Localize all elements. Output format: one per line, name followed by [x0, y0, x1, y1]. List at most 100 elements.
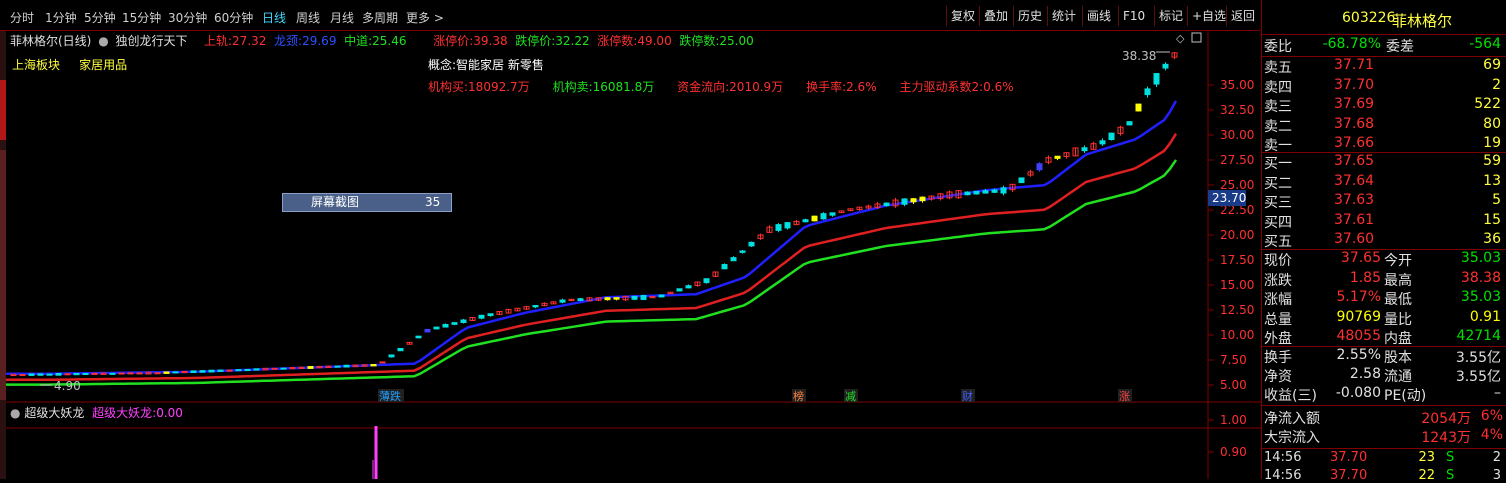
- tab-8[interactable]: 月线: [330, 9, 354, 26]
- buy-level-price: 37.65: [1334, 153, 1375, 169]
- event-marker[interactable]: 财: [962, 389, 973, 403]
- candle-body: [109, 372, 116, 375]
- indicator-dot-icon: ●: [10, 406, 21, 420]
- buy-level-price: 37.60: [1334, 231, 1375, 247]
- candle-body: [460, 319, 467, 323]
- price-axis-label: 17.50: [1220, 253, 1254, 267]
- stat-value: 37.65: [1340, 250, 1381, 266]
- toolbar-button-1[interactable]: 叠加: [979, 6, 1012, 26]
- candle-body: [613, 297, 620, 300]
- candle-body: [154, 372, 161, 375]
- tab-3[interactable]: 15分钟: [122, 9, 161, 26]
- candle-body: [28, 373, 35, 376]
- tab-7[interactable]: 周线: [296, 9, 320, 26]
- tab-6[interactable]: 日线: [262, 9, 286, 26]
- middle-band-line: [6, 133, 1178, 382]
- tab-1[interactable]: 1分钟: [45, 9, 77, 26]
- mid-label: 中道:: [344, 34, 373, 48]
- candle-body: [559, 299, 566, 303]
- sector-board[interactable]: 上海板块: [12, 58, 60, 72]
- window-toggle-icon[interactable]: [1191, 32, 1202, 43]
- down-count-value: 25.00: [719, 34, 754, 48]
- event-marker[interactable]: 涨: [1119, 390, 1130, 403]
- chart-header: 菲林格尔(日线) ● 独创龙行天下: [10, 32, 188, 49]
- chart-stock-name: 菲林格尔(日线): [10, 34, 92, 48]
- stat-value: 0.91: [1469, 308, 1501, 325]
- sector-industry[interactable]: 家居用品: [79, 58, 127, 72]
- toolbar-button-2[interactable]: 历史: [1013, 6, 1046, 26]
- blockflow-label: 大宗流入: [1264, 430, 1320, 446]
- screenshot-popup[interactable]: 屏幕截图 35: [282, 193, 452, 212]
- buy-level-volume: 59: [1483, 153, 1501, 169]
- lower-indicator-name[interactable]: 超级大妖龙: [24, 406, 84, 420]
- candle-body: [982, 190, 989, 194]
- quote-separator: [1262, 56, 1506, 57]
- stat-value: 35.03: [1460, 250, 1501, 266]
- stat2-value: –: [1494, 385, 1501, 401]
- limit-up-value: 39.38: [473, 34, 508, 48]
- toolbar-button-6[interactable]: 标记: [1154, 6, 1187, 26]
- sell-level-price: 37.66: [1334, 135, 1375, 151]
- price-axis-label: 20.00: [1220, 228, 1254, 242]
- event-marker[interactable]: 减: [845, 390, 856, 403]
- buy-level-volume: 5: [1492, 192, 1501, 208]
- indicator-name[interactable]: 独创龙行天下: [116, 34, 188, 48]
- weicha-value: -564: [1469, 36, 1501, 52]
- stat2-value: 2.58: [1349, 366, 1381, 382]
- quote-separator: [1262, 152, 1506, 153]
- down-count-label: 跌停数:: [679, 34, 720, 48]
- event-marker[interactable]: 榜: [793, 389, 804, 403]
- stat-value: 42714: [1456, 328, 1501, 344]
- tab-10[interactable]: 更多 >: [406, 9, 444, 26]
- kline-chart[interactable]: 35.0032.5030.0027.5025.0022.5020.0017.50…: [6, 30, 1261, 479]
- lower-axis-label: 0.90: [1220, 445, 1247, 459]
- candle-body: [901, 198, 908, 205]
- stock-name: 菲林格尔: [1392, 12, 1453, 30]
- toolbar-button-3[interactable]: 统计: [1047, 6, 1080, 26]
- tab-9[interactable]: 多周期: [362, 9, 398, 26]
- candle-body: [1135, 103, 1142, 112]
- stock-code: 603226: [1342, 10, 1396, 26]
- candle-body: [451, 322, 458, 325]
- turnover-rate: 换手率:2.6%: [806, 80, 877, 94]
- candle-body: [829, 212, 836, 216]
- toolbar-button-0[interactable]: 复权: [946, 6, 979, 26]
- tick-count: 3: [1492, 468, 1501, 483]
- price-axis-label: 25.00: [1220, 178, 1254, 192]
- stat2-label: 收益(三): [1264, 388, 1317, 404]
- tick-time: 14:56: [1264, 450, 1302, 465]
- diamond-icon[interactable]: ◇: [1176, 32, 1185, 45]
- quote-separator: [1262, 448, 1506, 449]
- stat2-value: 2.55%: [1336, 347, 1381, 363]
- high-price-annotation: 38.38: [1122, 49, 1156, 63]
- sell-level-price: 37.71: [1334, 57, 1375, 73]
- weicha-label: 委差: [1386, 39, 1414, 55]
- candle-body: [64, 373, 71, 376]
- candle-body: [190, 370, 197, 374]
- indicator-dot-icon: ●: [98, 34, 109, 48]
- toolbar-button-4[interactable]: 画线: [1082, 6, 1115, 26]
- stat-label: 最高: [1384, 272, 1412, 289]
- low-price-annotation: 4.90: [54, 379, 81, 393]
- candle-body: [919, 196, 926, 202]
- stat-value: 35.03: [1460, 289, 1501, 305]
- candle-body: [1126, 121, 1133, 126]
- candle-body: [802, 219, 809, 223]
- driver-coef: 主力驱动系数2:0.6%: [899, 80, 1014, 94]
- candle-body: [46, 373, 53, 376]
- sell-level-price: 37.70: [1334, 76, 1375, 93]
- tab-0[interactable]: 分时: [10, 9, 34, 26]
- tab-2[interactable]: 5分钟: [84, 9, 116, 26]
- tab-5[interactable]: 60分钟: [214, 9, 253, 26]
- up-count-value: 49.00: [637, 34, 672, 48]
- toolbar-button-5[interactable]: F10: [1118, 6, 1149, 26]
- candle-body: [280, 367, 287, 370]
- quote-separator: [1262, 405, 1506, 406]
- candle-body: [388, 354, 395, 358]
- tab-4[interactable]: 30分钟: [168, 9, 207, 26]
- buy-level-price: 37.63: [1334, 192, 1375, 208]
- event-marker[interactable]: 薄跌: [379, 389, 401, 403]
- toolbar-button-8[interactable]: 返回: [1226, 6, 1259, 26]
- toolbar-button-7[interactable]: +自选: [1187, 6, 1230, 26]
- candle-body: [883, 202, 890, 207]
